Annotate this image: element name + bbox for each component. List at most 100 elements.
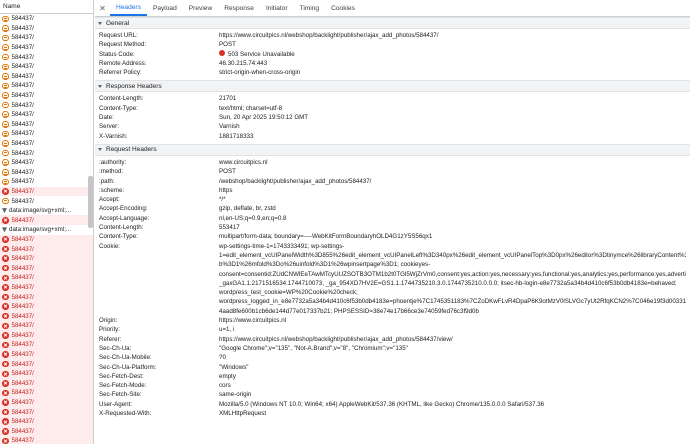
error-icon <box>2 217 9 224</box>
request-list-scrollbar[interactable] <box>88 176 93 228</box>
error-icon <box>2 437 9 444</box>
request-row[interactable]: 584437/ <box>0 14 93 24</box>
header-row: Sec-Fetch-Mode: cors <box>95 381 690 390</box>
header-value: Mozilla/5.0 (Windows NT 10.0; Win64; x64… <box>219 400 545 408</box>
request-name: 584437/ <box>11 178 34 186</box>
header-value: www.circuitpics.nl <box>219 158 268 166</box>
request-row[interactable]: 584437/ <box>0 253 93 264</box>
xhr-icon <box>2 159 9 166</box>
request-name: 584437/ <box>11 418 34 426</box>
request-name: 584437/ <box>11 427 34 435</box>
request-row[interactable]: 584437/ <box>0 43 93 53</box>
request-row[interactable]: 584437/ <box>0 321 93 331</box>
request-row[interactable]: 584437/ <box>0 436 93 444</box>
error-icon <box>2 284 9 291</box>
request-name: 584437/ <box>11 53 34 61</box>
request-row[interactable]: 584437/ <box>0 273 93 283</box>
request-row[interactable]: 584437/ <box>0 62 93 72</box>
xhr-icon <box>2 101 9 109</box>
tab-headers[interactable]: Headers <box>110 0 147 16</box>
request-row[interactable]: 584437/ <box>0 215 93 226</box>
request-row[interactable]: 584437/ <box>0 378 93 389</box>
error-icon <box>2 389 9 397</box>
response-headers-section-header[interactable]: Response Headers <box>95 80 690 93</box>
request-name: 584437/ <box>11 140 34 148</box>
request-row[interactable]: 584437/ <box>0 120 93 130</box>
tab-timing[interactable]: Timing <box>294 0 326 16</box>
error-icon <box>2 428 9 435</box>
close-icon[interactable]: ✕ <box>95 0 110 16</box>
request-name: 584437/ <box>11 389 34 397</box>
general-section-header[interactable]: General <box>95 17 690 29</box>
error-icon <box>2 399 9 406</box>
request-row[interactable]: 584437/ <box>0 100 93 110</box>
request-row[interactable]: 584437/ <box>0 397 93 408</box>
tab-payload[interactable]: Payload <box>147 0 183 16</box>
request-row[interactable]: 584437/ <box>0 426 93 437</box>
request-row[interactable]: 584437/ <box>0 416 93 427</box>
request-headers-section-header[interactable]: Request Headers <box>95 143 690 156</box>
xhr-icon <box>2 82 9 90</box>
request-row[interactable]: 584437/ <box>0 407 93 417</box>
header-row: X-Requested-With: XMLHttpRequest <box>95 409 690 418</box>
request-row[interactable]: 584437/ <box>0 196 93 206</box>
xhr-icon <box>2 25 9 32</box>
request-row[interactable]: 584437/ <box>0 33 93 43</box>
request-row[interactable]: 584437/ <box>0 388 93 398</box>
request-row[interactable]: 584437/ <box>0 244 93 254</box>
request-row[interactable]: 584437/ <box>0 282 93 293</box>
tab-response[interactable]: Response <box>218 0 260 16</box>
request-row[interactable]: 584437/ <box>0 330 93 341</box>
request-row[interactable]: 584437/ <box>0 148 93 158</box>
request-name: 584437/ <box>11 63 34 71</box>
header-row: :scheme: https <box>95 186 690 195</box>
tab-cookies[interactable]: Cookies <box>325 0 361 16</box>
tab-initiator[interactable]: Initiator <box>260 0 294 16</box>
request-row[interactable]: 584437/ <box>0 91 93 101</box>
request-name: 584437/ <box>11 351 34 359</box>
request-row[interactable]: 584437/ <box>0 349 93 360</box>
request-row[interactable]: 584437/ <box>0 139 93 149</box>
request-row[interactable]: 584437/ <box>0 368 93 379</box>
request-row[interactable]: 584437/ <box>0 72 93 82</box>
header-name: Accept: <box>99 196 120 204</box>
request-row[interactable]: 584437/ <box>0 129 93 139</box>
request-row[interactable]: 584437/ <box>0 311 93 321</box>
xhr-icon <box>2 111 9 118</box>
request-row[interactable]: 584437/ <box>0 158 93 168</box>
header-row: Accept-Language: nl,en-US;q=0.9,en;q=0.8 <box>95 214 690 223</box>
request-details: ✕ Headers Payload Preview Response Initi… <box>95 0 690 444</box>
request-row[interactable]: 584437/ <box>0 110 93 120</box>
xhr-icon <box>2 73 9 80</box>
request-row[interactable]: data:image/svg+xml;... <box>0 206 93 216</box>
error-icon <box>2 332 9 339</box>
request-row[interactable]: 584437/ <box>0 186 93 197</box>
header-value: empty <box>219 372 236 380</box>
request-row[interactable]: 584437/ <box>0 177 93 187</box>
header-value: "Google Chrome";v="135", "Not-A.Brand";v… <box>219 344 408 352</box>
request-row[interactable]: 584437/ <box>0 52 93 62</box>
header-name: Request URL: <box>99 32 138 39</box>
error-icon <box>2 351 9 358</box>
header-row: Server: Varnish <box>95 122 690 131</box>
request-row[interactable]: 584437/ <box>0 234 93 245</box>
header-row: :method: POST <box>95 167 690 176</box>
request-name: 584437/ <box>11 399 34 407</box>
header-row: Referer: https://www.circuitpics.nl/websh… <box>95 335 690 344</box>
request-row[interactable]: 584437/ <box>0 359 93 369</box>
request-row[interactable]: 584437/ <box>0 24 93 34</box>
header-value: /webshop/backlight/publisher/ajax_add_ph… <box>219 177 372 185</box>
tab-preview[interactable]: Preview <box>183 0 218 16</box>
request-row[interactable]: 584437/ <box>0 340 93 350</box>
request-row[interactable]: 584437/ <box>0 168 93 178</box>
request-row[interactable]: 584437/ <box>0 81 93 91</box>
request-name: 584437/ <box>11 437 34 444</box>
request-row[interactable]: 584437/ <box>0 301 93 312</box>
request-row[interactable]: 584437/ <box>0 292 93 302</box>
request-name: 584437/ <box>11 44 34 52</box>
name-column-header[interactable]: Name <box>0 0 93 14</box>
request-row[interactable]: 584437/ <box>0 263 93 274</box>
xhr-icon <box>2 130 9 138</box>
header-row: Status Code: 503 Service Unavailable <box>95 50 690 59</box>
request-row[interactable]: data:image/svg+xml;... <box>0 225 93 235</box>
